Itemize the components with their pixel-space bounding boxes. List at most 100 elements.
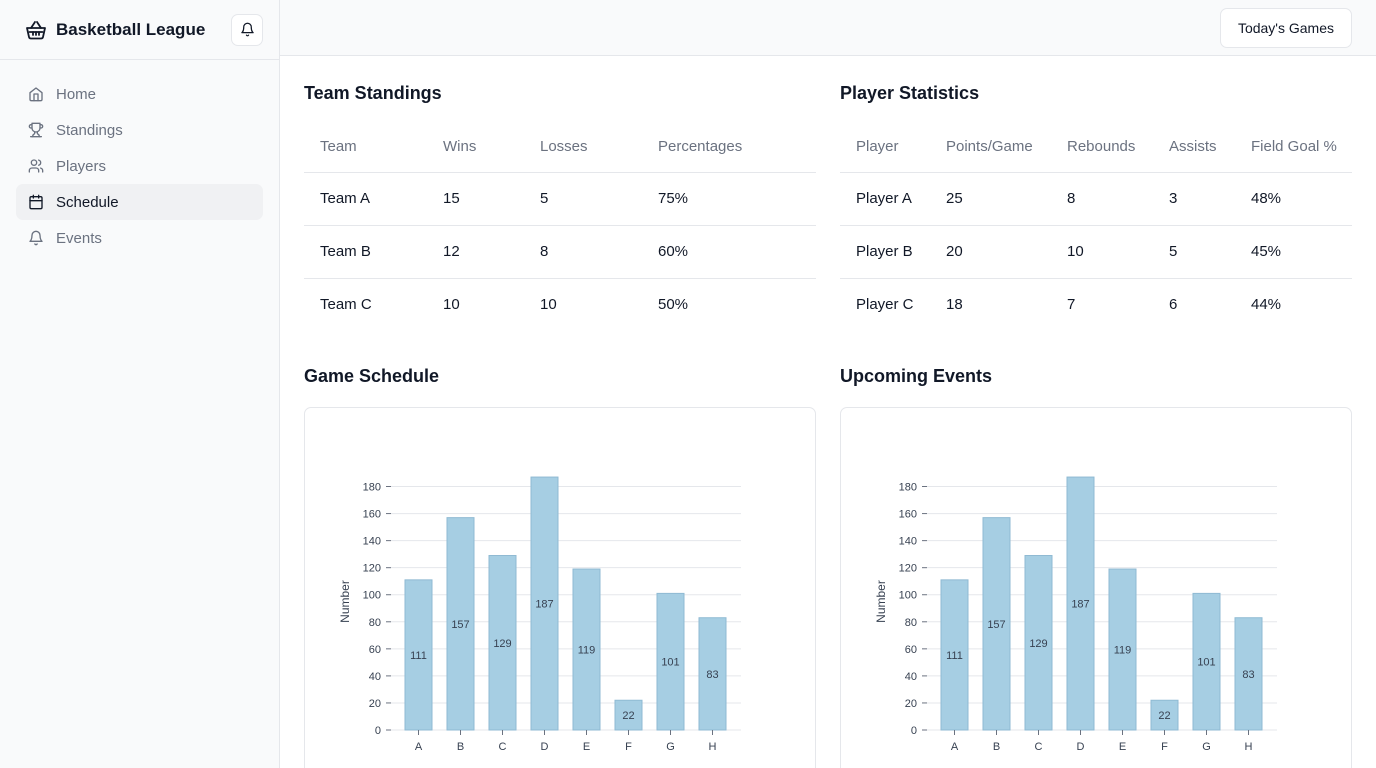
- player-cell: Player B: [840, 225, 930, 279]
- column-header: Player: [840, 122, 930, 173]
- schedule-bar-chart: 0 20 40 60 80 100 120 140 160 180 Number 111 A 157 B 12…: [338, 476, 741, 753]
- table-header-row: Player Points/Game Rebounds Assists Fiel…: [840, 122, 1352, 173]
- column-header: Percentages: [642, 122, 816, 173]
- y-tick-label: 60: [369, 644, 381, 656]
- column-header: Team: [304, 122, 427, 173]
- standings-table: Team Wins Losses Percentages Team A 15 5…: [304, 122, 816, 331]
- table-header-row: Team Wins Losses Percentages: [304, 122, 816, 173]
- table-row: Player B 20 10 5 45%: [840, 225, 1352, 279]
- bar-value-label: 83: [1242, 669, 1254, 681]
- app-title: Basketball League: [56, 19, 206, 39]
- bar-value-label: 119: [1114, 645, 1132, 657]
- sidebar-item-players[interactable]: Players: [16, 148, 263, 184]
- x-tick-label: E: [1119, 741, 1126, 753]
- users-icon: [28, 158, 44, 174]
- x-tick-label: A: [951, 741, 959, 753]
- sidebar-item-events[interactable]: Events: [16, 220, 263, 256]
- events-title: Upcoming Events: [840, 366, 993, 386]
- y-tick-label: 20: [369, 698, 381, 710]
- x-tick-label: D: [1077, 741, 1085, 753]
- bar-value-label: 22: [1158, 710, 1170, 722]
- y-tick-label: 80: [369, 617, 381, 629]
- table-row: Team A 15 5 75%: [304, 172, 816, 226]
- column-header: Points/Game: [930, 122, 1051, 173]
- standings-title: Team Standings: [304, 83, 442, 103]
- x-tick-label: H: [709, 741, 717, 753]
- x-tick-label: B: [457, 741, 464, 753]
- column-header: Wins: [427, 122, 524, 173]
- sidebar-nav: Home Standings Players Schedule Events: [0, 60, 279, 272]
- y-tick-label: 100: [363, 590, 381, 602]
- y-tick-label: 60: [905, 644, 917, 656]
- y-tick-label: 120: [899, 563, 917, 575]
- bar-value-label: 22: [622, 710, 634, 722]
- sidebar-item-label: Players: [56, 157, 107, 175]
- x-tick-label: E: [583, 741, 590, 753]
- sidebar-item-label: Home: [56, 85, 97, 103]
- table-cell: 12: [427, 225, 524, 279]
- players-table: Player Points/Game Rebounds Assists Fiel…: [840, 122, 1352, 331]
- schedule-chart-card: 0 20 40 60 80 100 120 140 160 180 Number 111 A 157 B 12…: [304, 407, 816, 768]
- table-cell: 6: [1169, 296, 1178, 314]
- column-header: Losses: [524, 122, 642, 173]
- sidebar-item-standings[interactable]: Standings: [16, 112, 263, 148]
- table-cell: 5: [1153, 225, 1235, 279]
- y-tick-label: 40: [905, 671, 917, 683]
- table-cell: 8: [524, 225, 642, 279]
- sidebar-item-schedule[interactable]: Schedule: [16, 184, 263, 220]
- brand: Basketball League: [0, 0, 279, 60]
- todays-games-button[interactable]: Today's Games: [1219, 8, 1352, 48]
- table-cell: 50%: [658, 296, 689, 314]
- x-tick-label: C: [1035, 741, 1043, 753]
- team-cell: Team A: [304, 172, 427, 226]
- table-cell: 48%: [1235, 172, 1352, 226]
- home-icon: [28, 86, 44, 102]
- bar-value-label: 129: [493, 638, 511, 650]
- bar-value-label: 111: [946, 650, 963, 662]
- y-tick-label: 140: [899, 536, 917, 548]
- y-tick-label: 180: [899, 482, 917, 494]
- table-row: Player A 25 8 3 48%: [840, 172, 1352, 226]
- team-cell: Team C: [320, 296, 372, 314]
- y-tick-label: 0: [911, 725, 917, 737]
- column-header: Rebounds: [1051, 122, 1153, 173]
- bar-value-label: 187: [1071, 599, 1089, 611]
- y-tick-label: 160: [899, 509, 917, 521]
- table-cell: 60%: [642, 225, 816, 279]
- top-header: Today's Games: [280, 0, 1376, 56]
- sidebar-item-home[interactable]: Home: [16, 76, 263, 112]
- table-cell: 75%: [642, 172, 816, 226]
- chart-plot: 0 20 40 60 80 100 120 140 160 180 Number 111 A 157 B 12…: [874, 476, 1277, 753]
- bar-value-label: 83: [706, 669, 718, 681]
- notifications-button[interactable]: [231, 13, 263, 46]
- table-row: Team C 10 10 50%: [304, 278, 816, 331]
- y-axis-label: Number: [874, 580, 888, 623]
- sidebar-item-label: Schedule: [56, 193, 119, 211]
- player-cell: Player C: [856, 296, 914, 314]
- table-cell: 18: [946, 296, 963, 314]
- table-cell: 10: [540, 296, 557, 314]
- y-tick-label: 40: [369, 671, 381, 683]
- bell-icon: [240, 22, 255, 37]
- table-row: Team B 12 8 60%: [304, 225, 816, 279]
- schedule-title: Game Schedule: [304, 366, 440, 386]
- y-tick-label: 160: [363, 509, 381, 521]
- y-tick-label: 180: [363, 482, 381, 494]
- team-cell: Team B: [304, 225, 427, 279]
- y-tick-label: 20: [905, 698, 917, 710]
- x-tick-label: F: [625, 741, 632, 753]
- x-tick-label: C: [499, 741, 507, 753]
- calendar-icon: [28, 194, 44, 210]
- sidebar-item-label: Events: [56, 229, 102, 247]
- y-tick-label: 0: [375, 725, 381, 737]
- players-title: Player Statistics: [840, 83, 980, 103]
- table-cell: 10: [443, 296, 460, 314]
- bar-value-label: 157: [987, 619, 1005, 631]
- x-tick-label: H: [1245, 741, 1253, 753]
- x-tick-label: D: [541, 741, 549, 753]
- table-cell: 45%: [1235, 225, 1352, 279]
- x-tick-label: F: [1161, 741, 1168, 753]
- table-cell: 15: [427, 172, 524, 226]
- x-tick-label: B: [993, 741, 1000, 753]
- table-row: Player C 18 7 6 44%: [840, 278, 1352, 331]
